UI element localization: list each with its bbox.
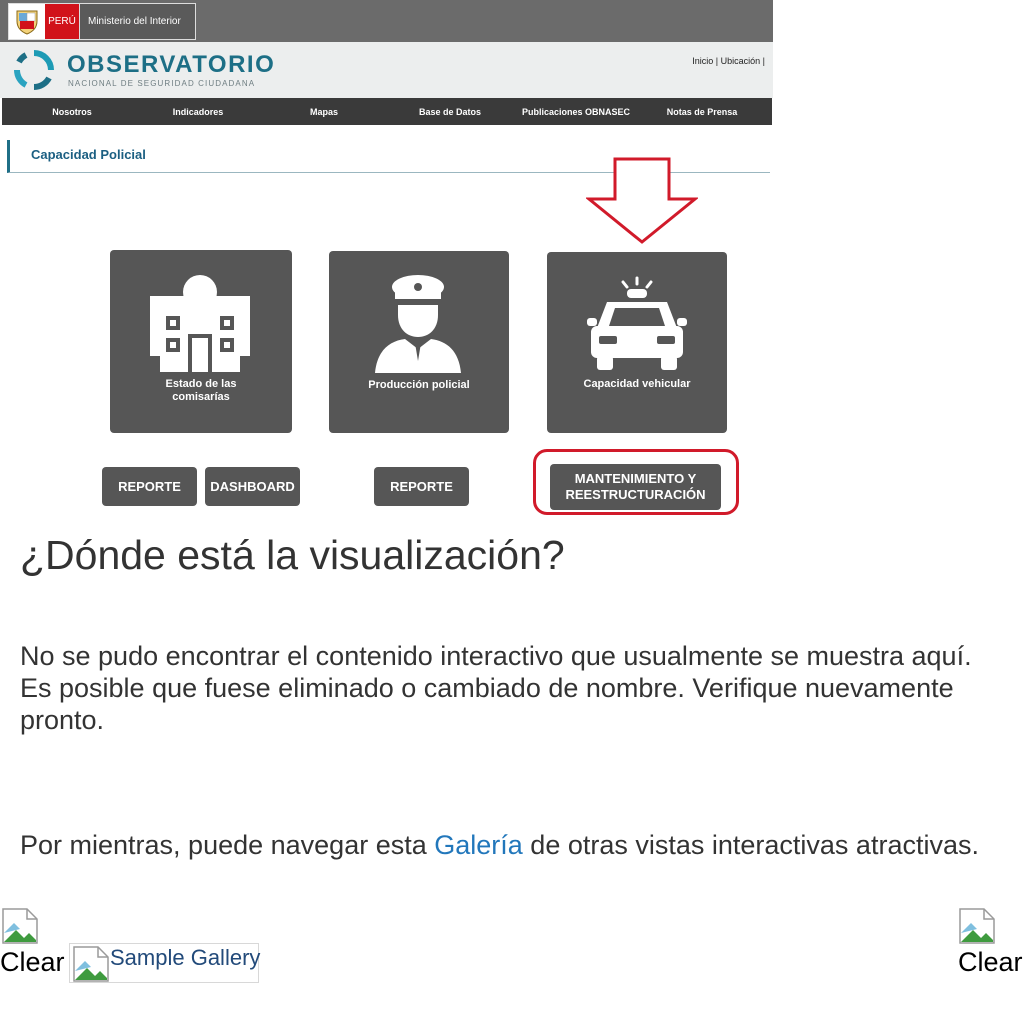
card-label: comisarías [172,391,230,403]
peru-label: PERÚ [45,4,79,39]
broken-image-icon [2,908,38,944]
card-capacidad-vehicular[interactable]: Capacidad vehicular [547,252,727,433]
meanwhile-text-before: Por mientras, puede navegar esta [20,830,435,860]
top-links[interactable]: Inicio | Ubicación | [692,56,765,66]
embedded-screenshot: PERÚ Ministerio del Interior OBSERVATORI… [0,0,773,520]
broken-image-icon [73,946,109,982]
red-arrow-down-icon [586,157,698,244]
broken-image-icon [959,908,995,944]
reporte-comisarias-button[interactable]: REPORTE [102,467,197,506]
brand-bar: OBSERVATORIO NACIONAL DE SEGURIDAD CIUDA… [0,42,773,98]
card-label: Producción policial [368,379,470,391]
dashboard-button[interactable]: DASHBOARD [205,467,300,506]
section-title: Capacidad Policial [31,147,146,162]
sample-gallery-link[interactable]: Sample Gallery [69,943,261,983]
nav-item-publicaciones[interactable]: Publicaciones OBNASEC [506,107,646,117]
card-label: Capacidad vehicular [583,378,691,390]
card-estado-comisarias[interactable]: Estado de las comisarías [110,250,292,433]
highlight-oval [533,449,739,515]
meanwhile-text: Por mientras, puede navegar esta Galería… [20,829,980,861]
brand-subtitle: NACIONAL DE SEGURIDAD CIUDADANA [68,79,256,88]
main-nav: Nosotros Indicadores Mapas Base de Datos… [2,98,772,125]
nav-item-notas-de-prensa[interactable]: Notas de Prensa [646,107,758,117]
card-produccion-policial[interactable]: Producción policial [329,251,509,433]
government-badge[interactable]: PERÚ Ministerio del Interior [8,3,196,40]
error-message: No se pudo encontrar el contenido intera… [20,641,972,735]
clear-right-label[interactable]: Clear [958,947,1023,978]
card-label: Estado de las [165,378,237,390]
police-officer-icon [375,275,461,373]
observatorio-logo-icon[interactable] [14,50,54,90]
gallery-link[interactable]: Galería [434,830,523,860]
government-bar: PERÚ Ministerio del Interior [0,0,773,42]
clear-left-label[interactable]: Clear [0,947,65,978]
nav-item-mapas[interactable]: Mapas [254,107,394,117]
police-station-icon [150,275,250,372]
reporte-produccion-button[interactable]: REPORTE [374,467,469,506]
police-car-icon [587,276,687,370]
sample-gallery-label: Sample Gallery [110,945,261,970]
nav-item-base-de-datos[interactable]: Base de Datos [394,107,506,117]
brand-title[interactable]: OBSERVATORIO [67,51,275,79]
nav-item-indicadores[interactable]: Indicadores [142,107,254,117]
ministry-label: Ministerio del Interior [79,4,195,39]
page: PERÚ Ministerio del Interior OBSERVATORI… [0,0,1024,1010]
error-heading: ¿Dónde está la visualización? [20,532,565,578]
meanwhile-text-after: de otras vistas interactivas atractivas. [522,830,979,860]
nav-item-nosotros[interactable]: Nosotros [2,107,142,117]
coat-of-arms-icon [9,4,45,39]
